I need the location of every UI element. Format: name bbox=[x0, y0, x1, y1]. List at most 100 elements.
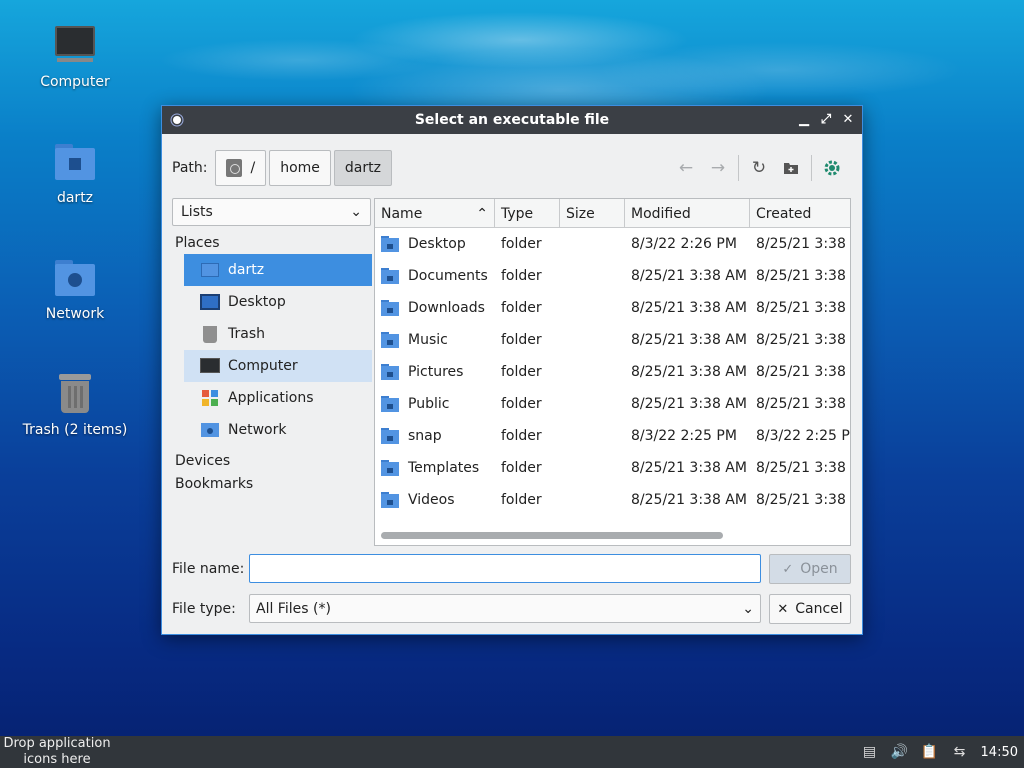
file-row[interactable]: snap folder 8/3/22 2:25 PM 8/3/22 2:25 PM bbox=[375, 420, 850, 452]
sidebar-section-bookmarks[interactable]: Bookmarks bbox=[172, 473, 372, 495]
dialog-titlebar[interactable]: Select an executable file ▁ ⤢ ✕ bbox=[162, 106, 862, 134]
back-icon[interactable]: ← bbox=[670, 152, 702, 184]
file-name-cell: Pictures bbox=[375, 364, 495, 380]
column-header-name[interactable]: Name ⌃ bbox=[375, 199, 495, 228]
folder-icon bbox=[381, 492, 399, 508]
sidebar-item-network[interactable]: Network bbox=[184, 414, 372, 446]
sidebar-item-applications[interactable]: Applications bbox=[184, 382, 372, 414]
maximize-button[interactable]: ⤢ bbox=[818, 112, 834, 128]
file-created-cell: 8/25/21 3:38 A bbox=[756, 300, 850, 316]
reload-icon[interactable]: ↻ bbox=[743, 152, 775, 184]
desktop-icon-trash[interactable]: Trash (2 items) bbox=[10, 372, 140, 438]
sidebar-item-desktop[interactable]: Desktop bbox=[184, 286, 372, 318]
file-type-cell: folder bbox=[501, 460, 542, 476]
network-folder-icon bbox=[200, 421, 220, 439]
file-name-cell: Desktop bbox=[375, 236, 495, 252]
taskbar: Drop application icons here ▤ 🔊 📋 ⇆ 14:5… bbox=[0, 736, 1024, 768]
horizontal-scrollbar[interactable] bbox=[381, 532, 723, 539]
chevron-down-icon: ⌄ bbox=[350, 204, 362, 220]
file-created-cell: 8/25/21 3:38 A bbox=[756, 236, 850, 252]
file-modified-cell: 8/25/21 3:38 AM bbox=[631, 364, 747, 380]
desktop-icon-label: Trash (2 items) bbox=[22, 422, 128, 438]
file-row[interactable]: Public folder 8/25/21 3:38 AM 8/25/21 3:38 … bbox=[375, 388, 850, 420]
close-button[interactable]: ✕ bbox=[840, 112, 856, 128]
file-row[interactable]: Videos folder 8/25/21 3:38 AM 8/25/21 3:38 … bbox=[375, 484, 850, 516]
close-icon: ✕ bbox=[777, 601, 789, 617]
settings-icon[interactable] bbox=[816, 152, 848, 184]
new-folder-icon[interactable] bbox=[775, 152, 807, 184]
dialog-toolbar: ← → ↻ bbox=[670, 152, 848, 184]
desktop-icon-home[interactable]: dartz bbox=[10, 140, 140, 206]
forward-icon[interactable]: → bbox=[702, 152, 734, 184]
sidebar-item-label: Computer bbox=[228, 358, 298, 374]
file-name: Desktop bbox=[408, 236, 466, 252]
sidebar-section-places[interactable]: Places bbox=[172, 232, 372, 254]
column-header-size[interactable]: Size bbox=[560, 199, 625, 228]
breadcrumb-dartz[interactable]: dartz bbox=[333, 150, 392, 186]
computer-icon bbox=[200, 357, 220, 375]
file-modified-cell: 8/25/21 3:38 AM bbox=[631, 300, 747, 316]
file-name-cell: Videos bbox=[375, 492, 495, 508]
folder-icon bbox=[381, 332, 399, 348]
cancel-button[interactable]: ✕ Cancel bbox=[769, 594, 851, 624]
desktop-icon-network[interactable]: Network bbox=[10, 256, 140, 322]
sidebar-section-devices[interactable]: Devices bbox=[172, 450, 372, 472]
file-name-input[interactable] bbox=[249, 554, 761, 583]
file-name-cell: snap bbox=[375, 428, 495, 444]
file-name: Pictures bbox=[408, 364, 464, 380]
column-header-label: Name bbox=[381, 205, 423, 222]
desktop-icon-computer[interactable]: Computer bbox=[10, 24, 140, 90]
file-type-cell: folder bbox=[501, 300, 542, 316]
file-modified-cell: 8/25/21 3:38 AM bbox=[631, 332, 747, 348]
home-folder-icon bbox=[200, 261, 220, 279]
minimize-button[interactable]: ▁ bbox=[796, 112, 812, 128]
file-row[interactable]: Templates folder 8/25/21 3:38 AM 8/25/21 3:… bbox=[375, 452, 850, 484]
breadcrumb-home[interactable]: home bbox=[269, 150, 331, 186]
folder-icon bbox=[381, 428, 399, 444]
network-status-icon[interactable]: ⇆ bbox=[951, 743, 969, 761]
folder-icon bbox=[381, 460, 399, 476]
folder-icon bbox=[381, 300, 399, 316]
chevron-down-icon: ⌄ bbox=[742, 600, 754, 617]
launcher-drop-zone[interactable]: Drop application icons here bbox=[0, 736, 114, 768]
applications-icon bbox=[200, 389, 220, 407]
drop-zone-text: Drop application bbox=[3, 736, 111, 751]
column-header-created[interactable]: Created bbox=[750, 199, 850, 228]
view-mode-select[interactable]: Lists ⌄ bbox=[172, 198, 371, 226]
column-header-modified[interactable]: Modified bbox=[625, 199, 750, 228]
dialog-title: Select an executable file bbox=[414, 112, 610, 128]
file-created-cell: 8/3/22 2:25 PM bbox=[756, 428, 850, 444]
sort-ascending-icon: ⌃ bbox=[476, 205, 488, 222]
disk-icon bbox=[226, 159, 243, 177]
file-modified-cell: 8/3/22 2:26 PM bbox=[631, 236, 737, 252]
file-modified-cell: 8/25/21 3:38 AM bbox=[631, 492, 747, 508]
file-row[interactable]: Downloads folder 8/25/21 3:38 AM 8/25/21 3:… bbox=[375, 292, 850, 324]
file-modified-cell: 8/25/21 3:38 AM bbox=[631, 460, 747, 476]
volume-icon[interactable]: 🔊 bbox=[891, 743, 909, 761]
toolbar-separator bbox=[738, 155, 739, 181]
file-modified-cell: 8/3/22 2:25 PM bbox=[631, 428, 737, 444]
file-type-cell: folder bbox=[501, 364, 542, 380]
file-created-cell: 8/25/21 3:38 A bbox=[756, 332, 850, 348]
file-name-label: File name: bbox=[172, 561, 245, 577]
file-row[interactable]: Pictures folder 8/25/21 3:38 AM 8/25/21 3:3… bbox=[375, 356, 850, 388]
file-row[interactable]: Music folder 8/25/21 3:38 AM 8/25/21 3:38 A bbox=[375, 324, 850, 356]
file-name: Templates bbox=[408, 460, 480, 476]
breadcrumb-root[interactable]: / bbox=[215, 150, 267, 186]
clock[interactable]: 14:50 bbox=[981, 745, 1020, 760]
updates-icon[interactable]: ▤ bbox=[861, 743, 879, 761]
folder-icon bbox=[381, 268, 399, 284]
column-header-type[interactable]: Type bbox=[495, 199, 560, 228]
trash-icon bbox=[53, 372, 97, 416]
file-list: Name ⌃ Type Size Modified Created Desktop… bbox=[374, 198, 851, 546]
sidebar-item-computer[interactable]: Computer bbox=[184, 350, 372, 382]
sidebar-item-dartz[interactable]: dartz bbox=[184, 254, 372, 286]
home-folder-icon bbox=[53, 140, 97, 184]
network-folder-icon bbox=[53, 256, 97, 300]
sidebar-item-trash[interactable]: Trash bbox=[184, 318, 372, 350]
file-row[interactable]: Documents folder 8/25/21 3:38 AM 8/25/21 3:… bbox=[375, 260, 850, 292]
file-type-select[interactable]: All Files (*) ⌄ bbox=[249, 594, 761, 623]
open-button[interactable]: ✓ Open bbox=[769, 554, 851, 584]
file-row[interactable]: Desktop folder 8/3/22 2:26 PM 8/25/21 3:38 … bbox=[375, 228, 850, 260]
clipboard-icon[interactable]: 📋 bbox=[921, 743, 939, 761]
